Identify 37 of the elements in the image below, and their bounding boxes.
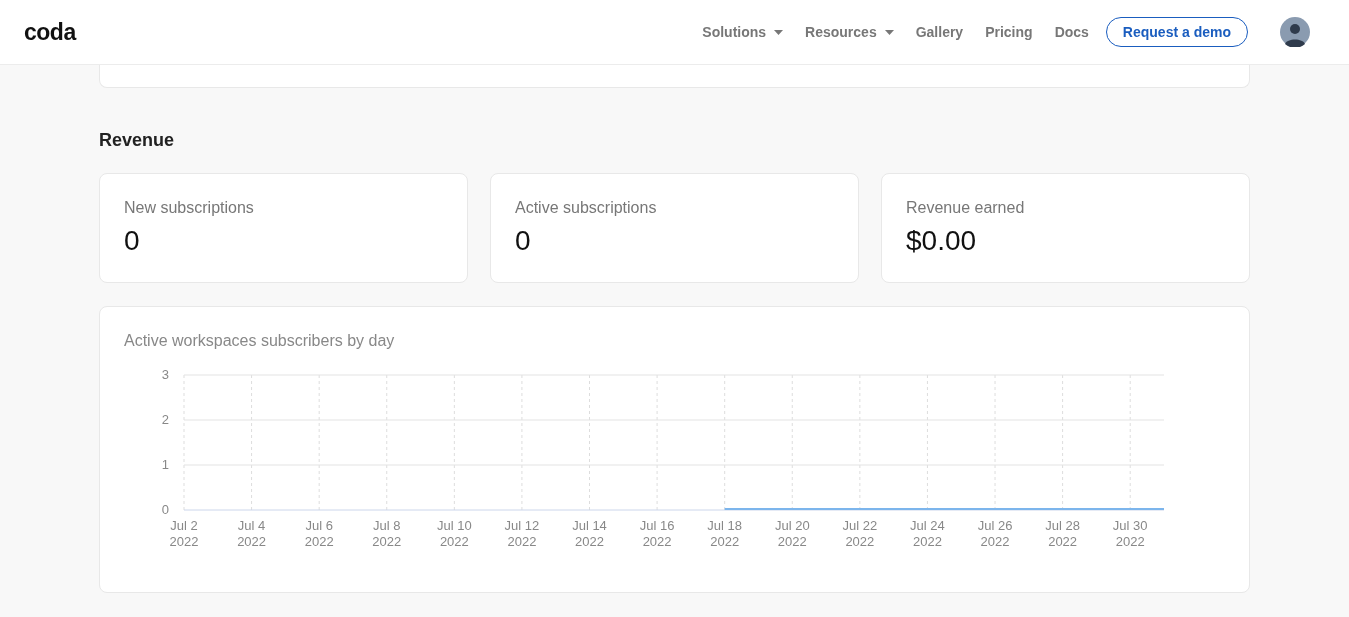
- avatar-icon[interactable]: [1280, 17, 1310, 47]
- y-tick-label: 2: [161, 412, 169, 427]
- caret-icon: [884, 29, 894, 35]
- x-tick-label: Jul 28 2022: [1045, 518, 1080, 549]
- x-tick-label: Jul 2 2022: [169, 518, 199, 549]
- stat-value: 0: [124, 225, 141, 257]
- nav-link[interactable]: Solutions: [702, 24, 784, 40]
- y-tick-label: 1: [161, 457, 169, 472]
- coda-logo[interactable]: coda: [24, 18, 76, 46]
- section-title: Revenue: [99, 130, 176, 151]
- x-tick-label: Jul 6 2022: [304, 518, 334, 549]
- x-tick-label: Jul 10 2022: [437, 518, 472, 549]
- stat-label: Active subscriptions: [515, 199, 658, 217]
- nav-link[interactable]: Gallery: [915, 24, 964, 40]
- x-tick-label: Jul 22 2022: [842, 518, 878, 549]
- x-tick-label: Jul 18 2022: [707, 518, 743, 549]
- nav-link[interactable]: Pricing: [985, 24, 1033, 40]
- nav-link[interactable]: Resources: [805, 24, 894, 40]
- y-tick-label: 3: [161, 367, 169, 382]
- x-tick-label: Jul 16 2022: [639, 518, 675, 549]
- x-tick-label: Jul 12 2022: [504, 518, 540, 549]
- y-tick-label: 0: [161, 502, 169, 517]
- x-tick-label: Jul 4 2022: [237, 518, 267, 549]
- caret-icon: [774, 29, 784, 35]
- stat-value: $0.00: [906, 225, 978, 257]
- request-demo-button[interactable]: Request a demo: [1105, 17, 1248, 47]
- stat-value: 0: [515, 225, 532, 257]
- x-tick-label: Jul 8 2022: [372, 518, 402, 549]
- stat-label: Revenue earned: [906, 199, 1026, 217]
- x-tick-label: Jul 30 2022: [1112, 518, 1148, 549]
- stat-label: New subscriptions: [124, 199, 255, 217]
- nav-link[interactable]: Docs: [1054, 24, 1089, 40]
- x-tick-label: Jul 20 2022: [774, 518, 810, 549]
- x-tick-label: Jul 24 2022: [910, 518, 945, 549]
- x-tick-label: Jul 14 2022: [572, 518, 607, 549]
- x-tick-label: Jul 26 2022: [977, 518, 1013, 549]
- chart-title: Active workspaces subscribers by day: [124, 332, 396, 350]
